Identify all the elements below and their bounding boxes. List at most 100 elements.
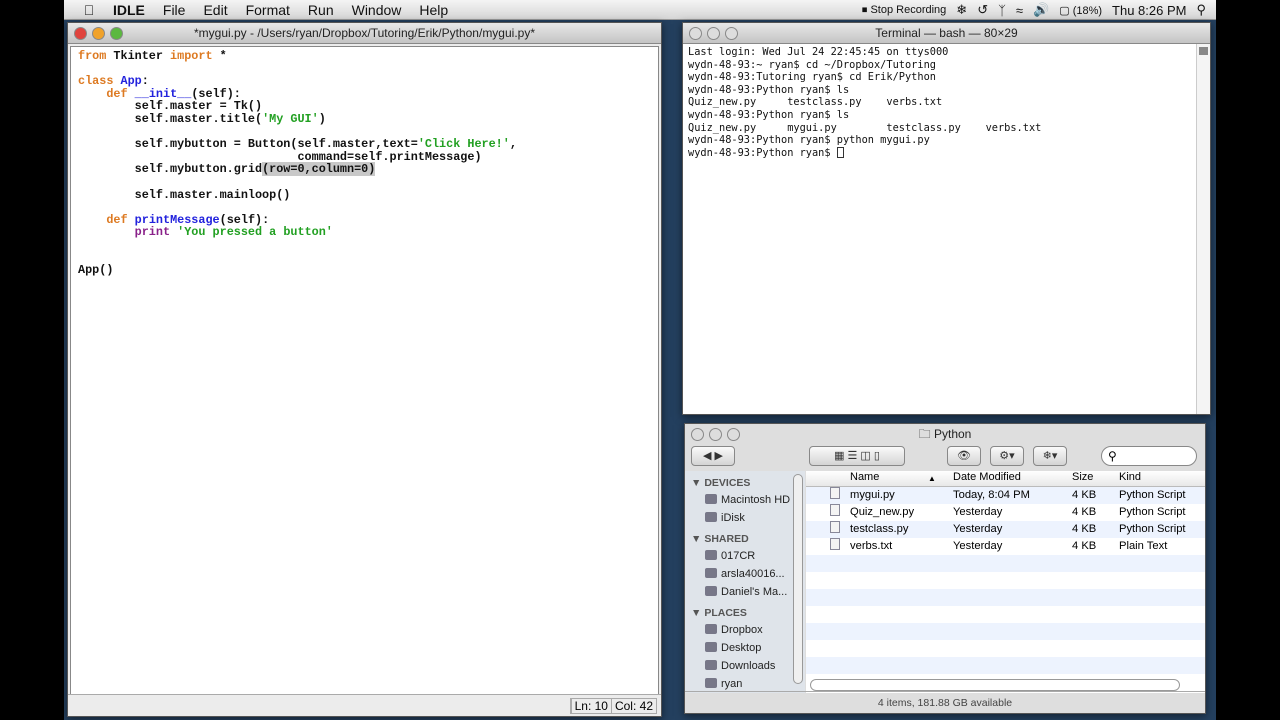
zoom-button[interactable] — [725, 27, 738, 40]
sidebar-item[interactable]: Downloads — [685, 657, 805, 675]
back-forward-buttons[interactable]: ◀ ▶ — [691, 446, 735, 466]
title-bar[interactable]: Terminal — bash — 80×29 — [683, 23, 1210, 44]
sidebar-item[interactable]: Desktop — [685, 639, 805, 657]
quick-look-eye-icon[interactable]: 👁 — [947, 446, 981, 466]
menu-help[interactable]: Help — [410, 2, 457, 18]
wifi-icon[interactable]: ≈ — [1016, 3, 1023, 18]
code-line: self.master.title('My GUI') — [78, 113, 517, 126]
file-row[interactable]: testclass.py Yesterday 4 KB Python Script — [806, 521, 1205, 538]
code-editor[interactable]: from Tkinter import * class App: def __in… — [70, 46, 659, 695]
title-bar[interactable]: 🗀 Python — [685, 424, 1205, 445]
file-row[interactable]: mygui.py Today, 8:04 PM 4 KB Python Script — [806, 487, 1205, 504]
close-button[interactable] — [691, 428, 704, 441]
sidebar-section-label: DEVICES — [704, 477, 751, 489]
column-name[interactable]: Name — [850, 471, 879, 483]
file-cell: 4 KB — [1072, 506, 1097, 518]
title-bar[interactable]: *mygui.py - /Users/ryan/Dropbox/Tutoring… — [68, 23, 661, 44]
terminal-line-text: wydn-48-93:Python ryan$ — [688, 146, 837, 159]
clock[interactable]: Thu 8:26 PM — [1112, 3, 1186, 18]
time-machine-icon[interactable]: ↺ — [977, 2, 988, 18]
file-cell: 4 KB — [1072, 540, 1097, 552]
dropbox-icon[interactable]: ❄ — [956, 2, 967, 18]
file-icon — [830, 538, 840, 550]
terminal-line: wydn-48-93:Python ryan$ — [688, 146, 1041, 160]
desktop:  IDLE File Edit Format Run Window Help … — [64, 0, 1216, 720]
sidebar-item[interactable]: iDisk — [685, 509, 805, 527]
terminal-line: wydn-48-93:Python ryan$ python mygui.py — [688, 134, 1041, 147]
sidebar-section-devices[interactable]: ▼ DEVICES — [685, 475, 805, 491]
apple-icon[interactable]:  — [74, 2, 104, 18]
sidebar-item-icon — [705, 624, 717, 634]
search-field[interactable]: ⚲ — [1101, 446, 1197, 466]
column-kind[interactable]: Kind — [1119, 471, 1141, 483]
action-gear-icon[interactable]: ⚙▾ — [990, 446, 1024, 466]
file-cell: Python Script — [1119, 489, 1186, 501]
sidebar-item[interactable]: Dropbox — [685, 621, 805, 639]
empty-row — [806, 572, 1205, 589]
column-size[interactable]: Size — [1072, 471, 1093, 483]
sidebar-item[interactable]: 017CR — [685, 547, 805, 565]
sidebar: ▼ DEVICES Macintosh HD iDisk ▼ SHARED 017CR a… — [685, 471, 805, 693]
file-row[interactable]: verbs.txt Yesterday 4 KB Plain Text — [806, 538, 1205, 555]
zoom-button[interactable] — [110, 27, 123, 40]
code-token: * — [212, 49, 227, 63]
code-token: self.master.mainloop() — [78, 187, 291, 202]
minimize-button[interactable] — [92, 27, 105, 40]
menu-run[interactable]: Run — [299, 2, 343, 18]
terminal-output[interactable]: Last login: Wed Jul 24 22:45:45 on ttys0… — [683, 44, 1210, 414]
code-token: self.mybutton.grid — [78, 162, 263, 177]
menu-app[interactable]: IDLE — [104, 2, 154, 18]
terminal-line-text: Quiz_new.py testclass.py verbs.txt — [688, 96, 943, 109]
empty-row — [806, 623, 1205, 640]
file-cell: 4 KB — [1072, 523, 1097, 535]
code-token: 'You pressed a button' — [177, 225, 333, 240]
view-mode-buttons[interactable]: ▦ ☰ ◫ ▯ — [809, 446, 905, 466]
spotlight-search-icon[interactable]: ⚲ — [1196, 2, 1206, 18]
menu-format[interactable]: Format — [237, 2, 299, 18]
menu-edit[interactable]: Edit — [194, 2, 236, 18]
sidebar-scrollbar[interactable] — [793, 474, 803, 684]
menu-file[interactable]: File — [154, 2, 195, 18]
terminal-cursor — [836, 146, 844, 158]
horizontal-scrollbar[interactable] — [810, 679, 1180, 691]
scrollbar[interactable] — [1196, 44, 1210, 414]
volume-icon[interactable]: 🔊 — [1033, 2, 1049, 18]
menu-window[interactable]: Window — [343, 2, 411, 18]
close-button[interactable] — [74, 27, 87, 40]
terminal-line: wydn-48-93:Tutoring ryan$ cd Erik/Python — [688, 71, 1041, 84]
code-token: ) — [318, 111, 326, 126]
sidebar-item[interactable]: Macintosh HD — [685, 491, 805, 509]
sidebar-section-places[interactable]: ▼ PLACES — [685, 605, 805, 621]
terminal-line-text: wydn-48-93:Python ryan$ python mygui.py — [688, 134, 930, 147]
column-date-modified[interactable]: Date Modified — [953, 471, 1021, 483]
terminal-window: Terminal — bash — 80×29 Last login: Wed … — [682, 22, 1211, 415]
code-token: App() — [78, 263, 114, 278]
dropbox-menu-icon[interactable]: ❄▾ — [1033, 446, 1067, 466]
terminal-line: Quiz_new.py mygui.py testclass.py verbs.… — [688, 122, 1041, 135]
terminal-line-text: Last login: Wed Jul 24 22:45:45 on ttys0… — [688, 46, 949, 58]
sidebar-section-shared[interactable]: ▼ SHARED — [685, 531, 805, 547]
zoom-button[interactable] — [727, 428, 740, 441]
file-cell: Yesterday — [953, 506, 1003, 518]
sidebar-item-label: arsla40016... — [721, 568, 785, 580]
stop-recording-button[interactable]: ⏹ Stop Recording — [862, 4, 946, 17]
minimize-button[interactable] — [707, 27, 720, 40]
sidebar-item[interactable]: arsla40016... — [685, 565, 805, 583]
file-row[interactable]: Quiz_new.py Yesterday 4 KB Python Script — [806, 504, 1205, 521]
code-token: import — [170, 49, 213, 63]
code-line: print 'You pressed a button' — [78, 226, 517, 239]
file-cell: 4 KB — [1072, 489, 1097, 501]
file-cell: Yesterday — [953, 523, 1003, 535]
battery-status[interactable]: ▢ (18%) — [1059, 4, 1102, 17]
bluetooth-icon[interactable]: ᛉ — [998, 3, 1006, 18]
sidebar-item[interactable]: Daniel's Ma... — [685, 583, 805, 601]
code-text[interactable]: from Tkinter import * class App: def __in… — [78, 50, 517, 277]
sidebar-item-icon — [705, 660, 717, 670]
minimize-button[interactable] — [709, 428, 722, 441]
terminal-line: wydn-48-93:Python ryan$ ls — [688, 84, 1041, 97]
finder-window: 🗀 Python ◀ ▶ ▦ ☰ ◫ ▯ 👁 ⚙▾ ❄▾ ⚲ ▼ DEVICES… — [684, 423, 1206, 714]
file-cell: Today, 8:04 PM — [953, 489, 1030, 501]
close-button[interactable] — [689, 27, 702, 40]
